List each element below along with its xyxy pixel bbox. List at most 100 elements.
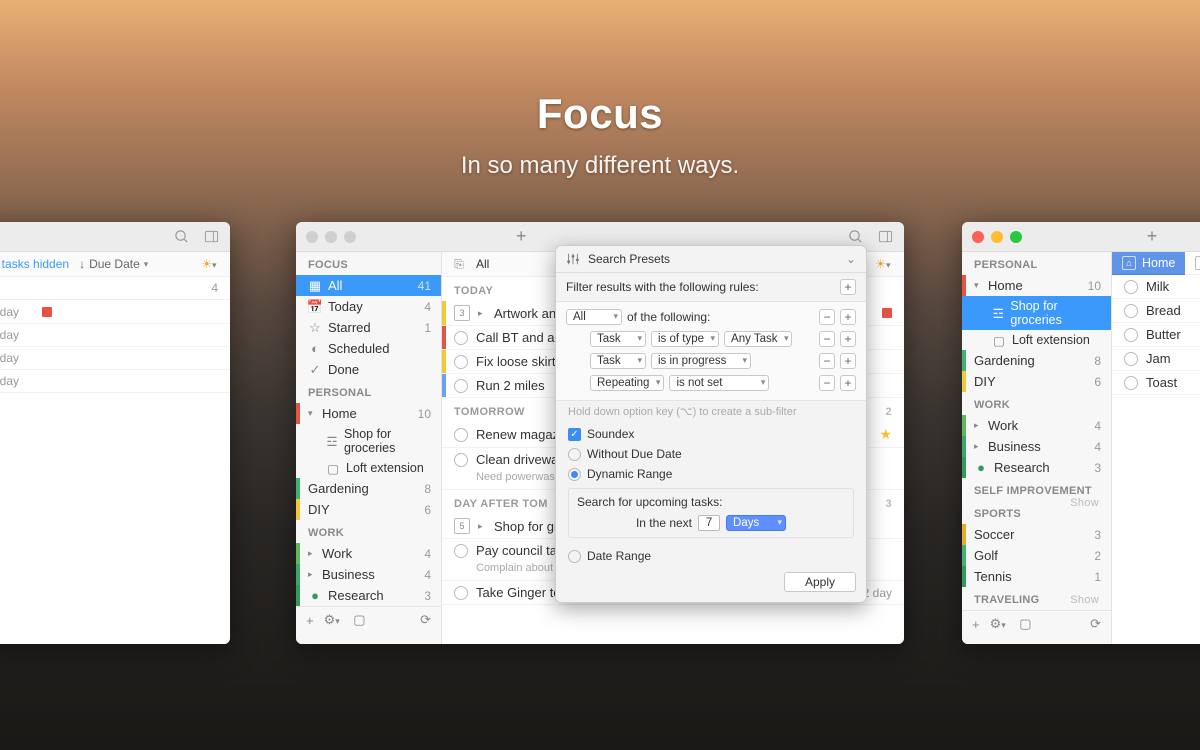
tab-shop[interactable]: 5▾Shop fo	[1185, 252, 1200, 275]
sidebar-focus-today[interactable]: 📅Today4	[296, 296, 441, 317]
date-range-radio[interactable]	[568, 550, 581, 563]
sidebar-focus-starred[interactable]: ☆Starred1	[296, 317, 441, 338]
task-row[interactable]: Toast	[1112, 371, 1200, 395]
sidebar-focus-scheduled[interactable]: ◐Scheduled	[296, 338, 441, 359]
days-input[interactable]: 7	[698, 515, 720, 531]
sidebar-gardening[interactable]: Gardening8	[962, 350, 1111, 371]
checkbox[interactable]	[454, 379, 468, 393]
rule-op[interactable]: is not set	[669, 375, 769, 391]
rule-field[interactable]: Task	[590, 331, 646, 347]
add-icon[interactable]: +	[516, 226, 527, 247]
rule-op[interactable]: is of type	[651, 331, 719, 347]
close-light[interactable]	[972, 231, 984, 243]
checkbox[interactable]	[454, 331, 468, 345]
add-rule-button[interactable]: +	[840, 353, 856, 369]
sync-icon[interactable]: ⟳	[420, 612, 431, 628]
soundex-checkbox[interactable]: ✓	[568, 428, 581, 441]
gear-icon[interactable]: ⚙▾	[324, 612, 344, 628]
checkbox[interactable]	[454, 428, 468, 442]
task-row[interactable]: Milk	[1112, 275, 1200, 299]
tab-home[interactable]: ⌂Home	[1112, 252, 1185, 275]
checkbox[interactable]	[1124, 280, 1138, 294]
sidebar-work[interactable]: ▸Work4	[962, 415, 1111, 436]
show-button[interactable]: Show	[1070, 594, 1099, 606]
dynamic-range-radio[interactable]	[568, 468, 581, 481]
max-light[interactable]	[1010, 231, 1022, 243]
add-rule-button[interactable]: +	[840, 309, 856, 325]
sidebar-diy[interactable]: DIY6	[296, 499, 441, 520]
sidebar: PERSONAL ▾Home10 ☲Shop for groceries ▢Lo…	[962, 252, 1112, 644]
task-row[interactable]: Bread	[1112, 299, 1200, 323]
task-row[interactable]: Jam	[1112, 347, 1200, 371]
sidebar-shop-groceries[interactable]: ☲Shop for groceries	[296, 424, 441, 458]
rule-value[interactable]: Any Task	[724, 331, 792, 347]
sync-icon[interactable]: ⟳	[1090, 616, 1101, 632]
remove-rule-button[interactable]: −	[819, 375, 835, 391]
sidebar-work[interactable]: ▸Work4	[296, 543, 441, 564]
add-rule-button[interactable]: +	[840, 279, 856, 295]
remove-rule-button[interactable]: −	[819, 331, 835, 347]
calendar-footer-icon[interactable]: ▢	[353, 612, 365, 628]
add-icon[interactable]: +	[1147, 226, 1158, 247]
checkbox[interactable]	[454, 453, 468, 467]
checkbox[interactable]	[454, 355, 468, 369]
show-button[interactable]: Show	[1070, 497, 1099, 509]
panel-toggle-icon[interactable]	[202, 228, 220, 246]
gear-icon[interactable]: ⚙▾	[990, 616, 1010, 632]
sidebar-soccer[interactable]: Soccer3	[962, 524, 1111, 545]
sidebar-diy[interactable]: DIY6	[962, 371, 1111, 392]
scope-select[interactable]: All	[566, 309, 622, 325]
task-row[interactable]: Butter	[1112, 323, 1200, 347]
min-light[interactable]	[991, 231, 1003, 243]
checkbox[interactable]	[454, 544, 468, 558]
checkbox[interactable]	[1124, 304, 1138, 318]
min-light[interactable]	[325, 231, 337, 243]
sidebar-shop-groceries[interactable]: ☲Shop for groceries	[962, 296, 1111, 330]
sidebar-home[interactable]: ▾Home10	[962, 275, 1111, 296]
sidebar-loft-extension[interactable]: ▢Loft extension	[296, 458, 441, 478]
filter-icon[interactable]: ⎘	[452, 257, 466, 271]
sort-control[interactable]: ↓ Due Date ▾	[79, 257, 152, 271]
sidebar-focus-all[interactable]: ▦All41	[296, 275, 441, 296]
add-list-icon[interactable]: +	[306, 613, 314, 628]
checkbox[interactable]	[1124, 328, 1138, 342]
sidebar-research[interactable]: ●Research3	[296, 585, 441, 606]
sidebar-business[interactable]: ▸Business4	[962, 436, 1111, 457]
hidden-count[interactable]: 37 tasks hidden	[0, 257, 69, 271]
search-icon[interactable]	[846, 228, 864, 246]
add-rule-button[interactable]: +	[840, 331, 856, 347]
main-panel: ⌂Home 5▾Shop fo Milk Bread Butter Jam To…	[1112, 252, 1200, 644]
checkbox[interactable]	[1124, 352, 1138, 366]
rule-field[interactable]: Repeating	[590, 375, 664, 391]
close-light[interactable]	[306, 231, 318, 243]
sidebar-business[interactable]: ▸Business4	[296, 564, 441, 585]
checkbox[interactable]	[1124, 376, 1138, 390]
rule-op[interactable]: is in progress	[651, 353, 751, 369]
add-list-icon[interactable]: +	[972, 617, 980, 632]
filter-all[interactable]: All	[476, 257, 489, 271]
weather-icon[interactable]: ☀︎▾	[201, 257, 220, 271]
sidebar-research[interactable]: ●Research3	[962, 457, 1111, 478]
checkbox[interactable]	[454, 586, 468, 600]
sidebar-loft-extension[interactable]: ▢Loft extension	[962, 330, 1111, 350]
star-icon[interactable]: ★	[879, 426, 892, 443]
sidebar-gardening[interactable]: Gardening8	[296, 478, 441, 499]
sidebar-golf[interactable]: Golf2	[962, 545, 1111, 566]
apply-button[interactable]: Apply	[784, 572, 856, 592]
search-icon[interactable]	[172, 228, 190, 246]
remove-rule-button[interactable]: −	[819, 353, 835, 369]
chevron-down-icon[interactable]: ⌄	[846, 252, 856, 266]
remove-rule-button[interactable]: −	[819, 309, 835, 325]
section-work: WORK	[962, 392, 1111, 415]
sidebar-home[interactable]: ▾Home10	[296, 403, 441, 424]
max-light[interactable]	[344, 231, 356, 243]
sidebar-tennis[interactable]: Tennis1	[962, 566, 1111, 587]
panel-toggle-icon[interactable]	[876, 228, 894, 246]
sidebar-focus-done[interactable]: ✓Done	[296, 359, 441, 380]
add-rule-button[interactable]: +	[840, 375, 856, 391]
weather-icon[interactable]: ☀︎▾	[875, 257, 894, 271]
unit-select[interactable]: Days	[726, 515, 786, 531]
calendar-footer-icon[interactable]: ▢	[1019, 616, 1031, 632]
rule-field[interactable]: Task	[590, 353, 646, 369]
without-due-radio[interactable]	[568, 448, 581, 461]
